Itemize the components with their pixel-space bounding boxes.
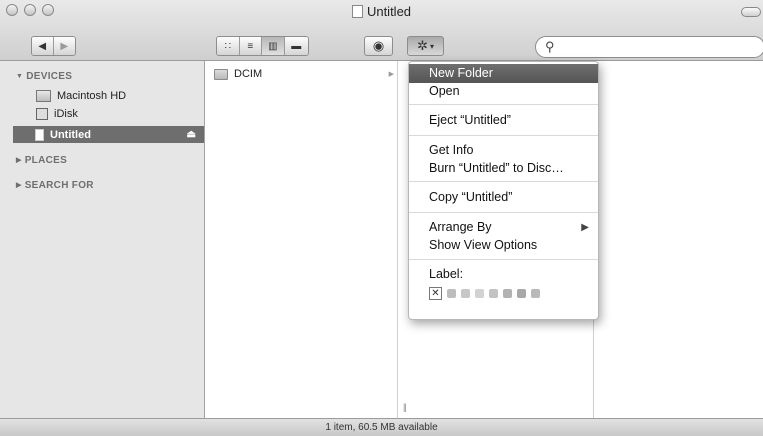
label-none-button[interactable]: ✕ [429, 287, 442, 300]
sidebar-item-idisk[interactable]: iDisk [14, 105, 204, 122]
menu-item-show-view-options[interactable]: Show View Options [409, 236, 598, 255]
list-view-icon: ≡ [247, 40, 254, 52]
sidebar: ▼ DEVICES Macintosh HD iDisk Untitled ⏏ ▶… [0, 61, 205, 418]
action-context-menu: New Folder Open Eject “Untitled” Get Inf… [408, 61, 599, 320]
list-view-button[interactable]: ≡ [239, 37, 263, 55]
search-icon: ⚲ [545, 39, 555, 54]
icon-view-button[interactable]: ∷ [217, 37, 240, 55]
menu-separator [409, 212, 598, 213]
forward-button[interactable]: ▶ [53, 37, 75, 55]
label-color-swatch[interactable] [447, 289, 456, 298]
menu-item-get-info[interactable]: Get Info [409, 141, 598, 160]
hard-drive-icon [36, 89, 51, 102]
menu-item-eject[interactable]: Eject “Untitled” [409, 111, 598, 130]
label-color-swatch[interactable] [475, 289, 484, 298]
eye-icon: ◉ [372, 38, 385, 53]
forward-arrow-icon: ▶ [60, 40, 69, 52]
disclosure-closed-icon: ▶ [16, 157, 22, 164]
gear-icon: ✲ [417, 38, 428, 53]
volume-icon [35, 128, 44, 141]
menu-separator [409, 135, 598, 136]
menu-item-arrange-by[interactable]: Arrange By ▶ [409, 218, 598, 237]
toolbar: Untitled ◀ ▶ ∷ ≡ ▥ ▬ ◉ ✲ ▾ ⚲ [0, 0, 763, 61]
menu-label-heading: Label: [429, 267, 464, 281]
menu-item-burn[interactable]: Burn “Untitled” to Disc… [409, 159, 598, 178]
coverflow-view-icon: ▬ [291, 40, 302, 52]
column-view-button[interactable]: ▥ [262, 37, 285, 55]
column-view-icon: ▥ [268, 40, 278, 52]
disclosure-open-icon: ▼ [16, 73, 24, 80]
disclosure-closed-icon: ▶ [16, 182, 22, 189]
chevron-down-icon: ▾ [429, 41, 434, 51]
label-color-swatch[interactable] [503, 289, 512, 298]
sidebar-item-macintosh-hd[interactable]: Macintosh HD [14, 87, 204, 104]
label-color-swatch[interactable] [531, 289, 540, 298]
submenu-arrow-icon: ▶ [581, 222, 589, 233]
menu-separator [409, 181, 598, 182]
menu-separator [409, 259, 598, 260]
view-mode-selector: ∷ ≡ ▥ ▬ [216, 36, 309, 56]
back-button[interactable]: ◀ [32, 37, 54, 55]
list-item[interactable]: DCIM ▶ [214, 66, 394, 82]
eject-icon[interactable]: ⏏ [187, 129, 196, 140]
label-color-swatch[interactable] [461, 289, 470, 298]
back-arrow-icon: ◀ [38, 40, 47, 52]
label-color-swatch[interactable] [517, 289, 526, 298]
quicklook-button[interactable]: ◉ [364, 36, 393, 56]
folder-icon [214, 68, 228, 80]
idisk-icon [36, 107, 48, 120]
status-bar: 1 item, 60.5 MB available [0, 418, 763, 436]
icon-view-icon: ∷ [224, 40, 231, 52]
document-icon [351, 5, 363, 18]
column-resize-handle[interactable]: || [403, 402, 407, 412]
menu-separator [409, 104, 598, 105]
window-title: Untitled [0, 4, 763, 19]
coverflow-view-button[interactable]: ▬ [284, 37, 308, 55]
label-color-swatch[interactable] [489, 289, 498, 298]
label-color-picker: ✕ [429, 287, 540, 300]
finder-window: Untitled ◀ ▶ ∷ ≡ ▥ ▬ ◉ ✲ ▾ ⚲ ▼ DEVICES M… [0, 0, 763, 436]
menu-item-copy[interactable]: Copy “Untitled” [409, 188, 598, 207]
nav-buttons: ◀ ▶ [31, 36, 76, 56]
search-field[interactable]: ⚲ [535, 36, 763, 58]
sidebar-item-untitled[interactable]: Untitled ⏏ [13, 126, 204, 143]
toolbar-toggle-button[interactable] [741, 7, 761, 17]
sidebar-section-places[interactable]: ▶ PLACES [16, 155, 67, 166]
action-menu-button[interactable]: ✲ ▾ [407, 36, 444, 56]
menu-item-open[interactable]: Open [409, 82, 598, 101]
browser-column-1: DCIM ▶ [206, 61, 398, 418]
sidebar-section-search-for[interactable]: ▶ SEARCH FOR [16, 180, 94, 191]
sidebar-section-devices[interactable]: ▼ DEVICES [16, 71, 72, 82]
disclosure-arrow-icon: ▶ [388, 71, 394, 78]
menu-item-new-folder[interactable]: New Folder [409, 64, 598, 83]
